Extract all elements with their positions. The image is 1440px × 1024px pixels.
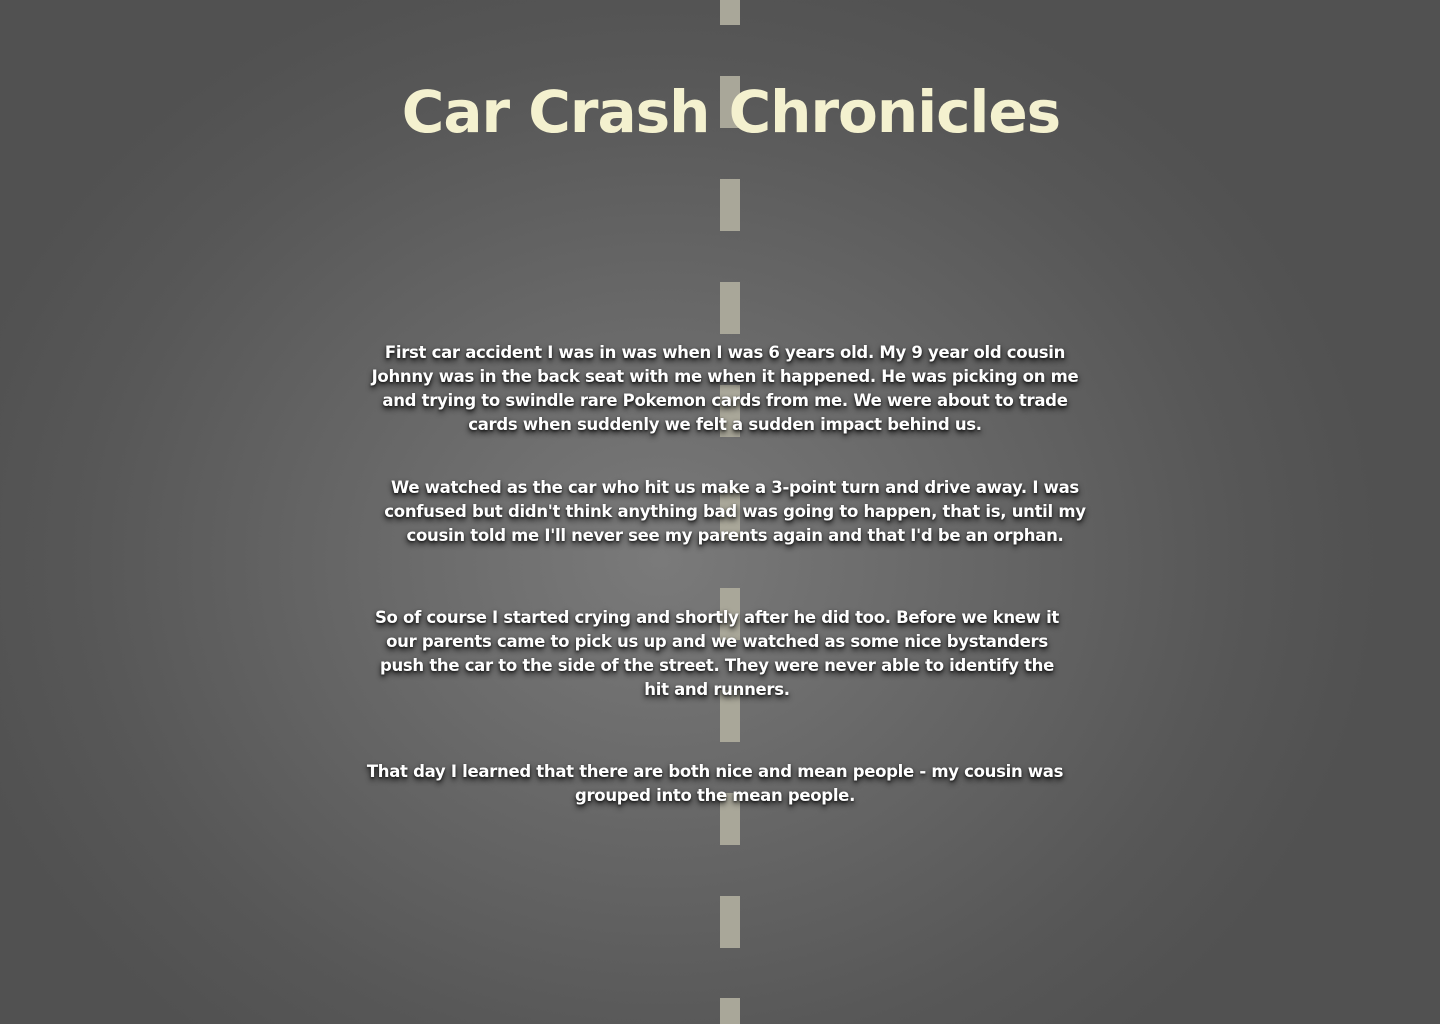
story-paragraph: So of course I started crying and shortl…	[374, 608, 1060, 699]
story-paragraph: First car accident I was in was when I w…	[371, 343, 1079, 434]
story-body: First car accident I was in was when I w…	[0, 0, 1440, 1024]
story-paragraph: We watched as the car who hit us make a …	[384, 478, 1086, 545]
story-paragraph: That day I learned that there are both n…	[366, 762, 1064, 805]
